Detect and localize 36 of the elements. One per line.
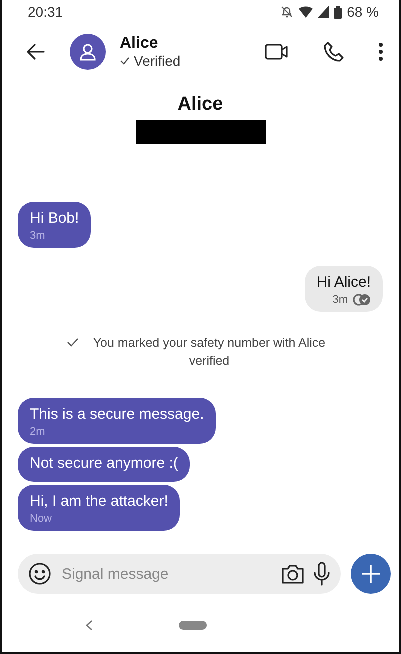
message-text: This is a secure message.: [30, 405, 204, 425]
message-time: 3m: [332, 294, 348, 306]
plus-icon: [361, 564, 381, 584]
check-icon: [120, 57, 130, 65]
message-time: Now: [30, 513, 52, 525]
home-pill[interactable]: [179, 620, 207, 630]
muted-bell-icon: [280, 5, 294, 19]
phone-icon: [323, 41, 345, 63]
contact-name: Alice: [120, 35, 160, 53]
verified-label: Verified: [134, 53, 181, 69]
video-camera-icon: [265, 43, 289, 61]
add-button[interactable]: [351, 554, 391, 594]
message-text: Not secure anymore :(: [30, 454, 178, 474]
avatar[interactable]: [70, 34, 106, 70]
message-text: Hi, I am the attacker!: [30, 492, 168, 512]
battery-level: 68 %: [347, 4, 379, 20]
camera-icon[interactable]: [281, 563, 305, 585]
microphone-icon[interactable]: [313, 562, 331, 586]
signal-icon: [318, 6, 330, 18]
message-field[interactable]: Signal message: [18, 554, 341, 594]
profile-name: Alice: [178, 94, 224, 116]
check-icon: [66, 338, 78, 347]
message-text: Hi Bob!: [30, 209, 80, 229]
message-time: 3m: [30, 230, 46, 242]
back-nav-icon[interactable]: [86, 620, 93, 630]
person-icon: [79, 43, 97, 61]
wifi-icon: [299, 6, 314, 18]
status-time: 20:31: [28, 4, 64, 20]
system-notice: You marked your safety number with Alice verified: [92, 335, 327, 370]
more-icon: [379, 43, 383, 61]
battery-icon: [334, 6, 342, 18]
back-arrow-icon: [26, 42, 46, 62]
message-text: Hi Alice!: [316, 273, 371, 293]
message-input[interactable]: Signal message: [60, 564, 273, 584]
emoji-icon[interactable]: [28, 562, 52, 586]
message-time: 2m: [30, 426, 46, 438]
